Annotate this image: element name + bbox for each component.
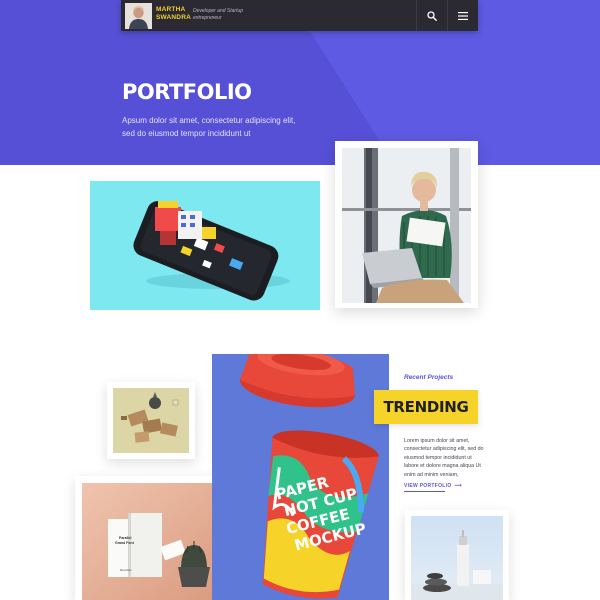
page-description: Apsum dolor sit amet, consectetur adipis…	[122, 116, 296, 138]
portfolio-image-bottle-stones	[411, 516, 503, 600]
portfolio-image-stationery	[113, 388, 189, 453]
search-icon	[427, 10, 437, 21]
svg-text:Grand Font: Grand Font	[115, 541, 135, 545]
brand-tagline: Developer and Startup entrepreneur	[193, 8, 244, 21]
portfolio-image-phone-city[interactable]	[90, 181, 320, 310]
brand-name[interactable]: MARTHA SWANDRA	[156, 6, 194, 22]
view-portfolio-underline	[404, 491, 445, 492]
portfolio-card-woman-laptop[interactable]	[335, 141, 478, 308]
menu-button[interactable]	[447, 0, 478, 31]
trending-description: Lorem ipsum dolor sit amet, consectetur …	[404, 438, 484, 478]
portfolio-card-bottle[interactable]	[405, 510, 509, 600]
trending-title: TRENDING	[383, 398, 469, 416]
hamburger-menu-icon	[458, 11, 468, 20]
recent-projects-label: Recent Projects	[404, 374, 454, 381]
view-portfolio-label: VIEW PORTFOLIO	[404, 483, 452, 489]
portfolio-image-book-mockup: Parallel Grand Font Maxmilian	[82, 483, 221, 600]
view-portfolio-link[interactable]: VIEW PORTFOLIO ⟶	[404, 483, 462, 489]
avatar[interactable]	[125, 3, 152, 29]
top-navbar: MARTHA SWANDRA Developer and Startup ent…	[121, 0, 478, 31]
portfolio-card-stationery[interactable]	[107, 382, 195, 459]
search-button[interactable]	[416, 0, 447, 31]
arrow-right-icon: ⟶	[454, 483, 463, 489]
portfolio-card-book[interactable]: Parallel Grand Font Maxmilian	[75, 476, 228, 600]
svg-text:Maxmilian: Maxmilian	[120, 568, 132, 572]
portfolio-image-coffee-cup[interactable]: PAPER HOT CUP COFFEE MOCKUP	[212, 354, 389, 600]
portfolio-image-woman-laptop	[342, 148, 471, 303]
book-title-text: Parallel	[119, 536, 131, 540]
page-title: PORTFOLIO	[122, 80, 252, 104]
trending-badge: TRENDING	[374, 390, 478, 424]
